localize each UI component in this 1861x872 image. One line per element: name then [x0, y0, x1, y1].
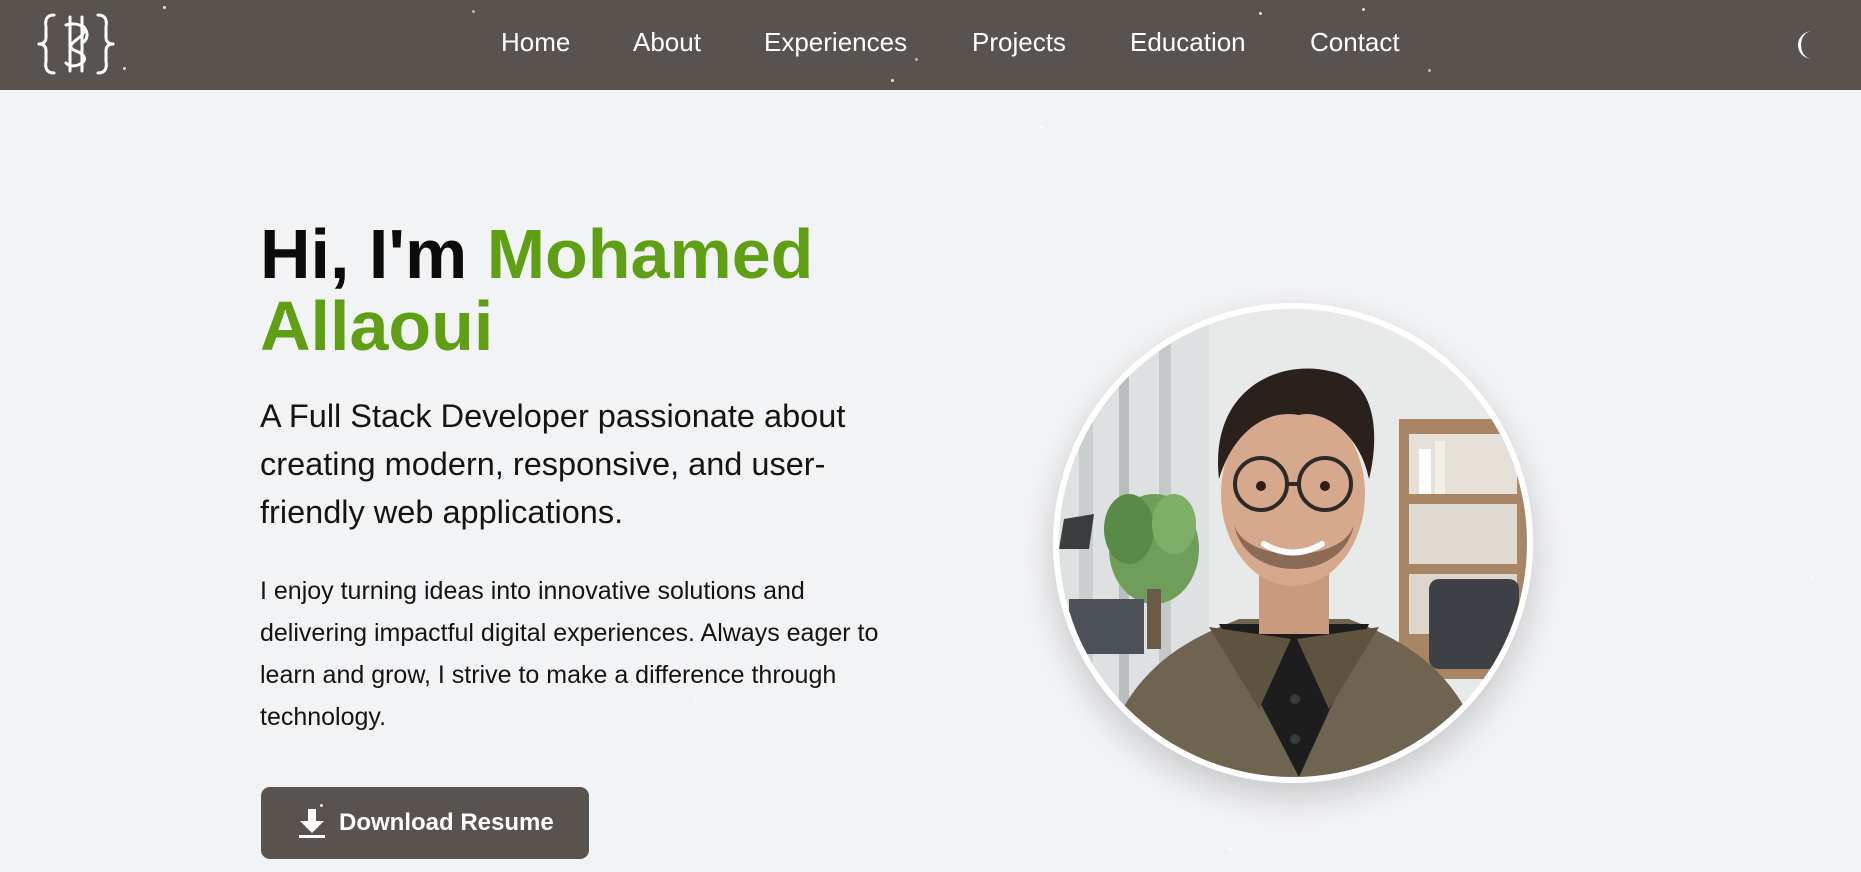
star-particle [1228, 847, 1231, 850]
nav-link-education[interactable]: Education [1130, 25, 1246, 59]
star-particle [891, 79, 894, 82]
nav-link-projects[interactable]: Projects [972, 25, 1066, 59]
nav-link-experiences[interactable]: Experiences [764, 25, 907, 59]
profile-photo [1053, 303, 1533, 783]
nav-link-contact[interactable]: Contact [1310, 25, 1400, 59]
star-particle [915, 58, 918, 61]
hero-tagline: A Full Stack Developer passionate about … [260, 398, 846, 530]
star-particle [320, 804, 323, 807]
star-particle [163, 6, 166, 9]
star-particle [1362, 8, 1365, 11]
star-particle [1428, 69, 1431, 72]
theme-toggle-moon-icon[interactable] [1790, 28, 1824, 62]
nav-link-about[interactable]: About [633, 25, 701, 59]
star-particle [123, 67, 126, 70]
top-navbar: Home About Experiences Projects Educatio… [0, 0, 1861, 90]
star-particle [472, 10, 475, 13]
star-particle [694, 700, 697, 703]
download-resume-button[interactable]: Download Resume [261, 787, 589, 859]
hero-heading: Hi, I'm Mohamed Allaoui [260, 218, 900, 362]
download-icon [297, 807, 327, 839]
main-nav: Home About Experiences Projects Educatio… [0, 0, 1861, 90]
star-particle [1810, 575, 1813, 578]
download-resume-label: Download Resume [339, 809, 554, 836]
nav-link-home[interactable]: Home [501, 25, 570, 59]
star-particle [1040, 126, 1043, 129]
hero-intro: I enjoy turning ideas into innovative so… [260, 577, 879, 731]
hero-greeting: Hi, I'm [260, 215, 487, 293]
star-particle [1259, 12, 1262, 15]
